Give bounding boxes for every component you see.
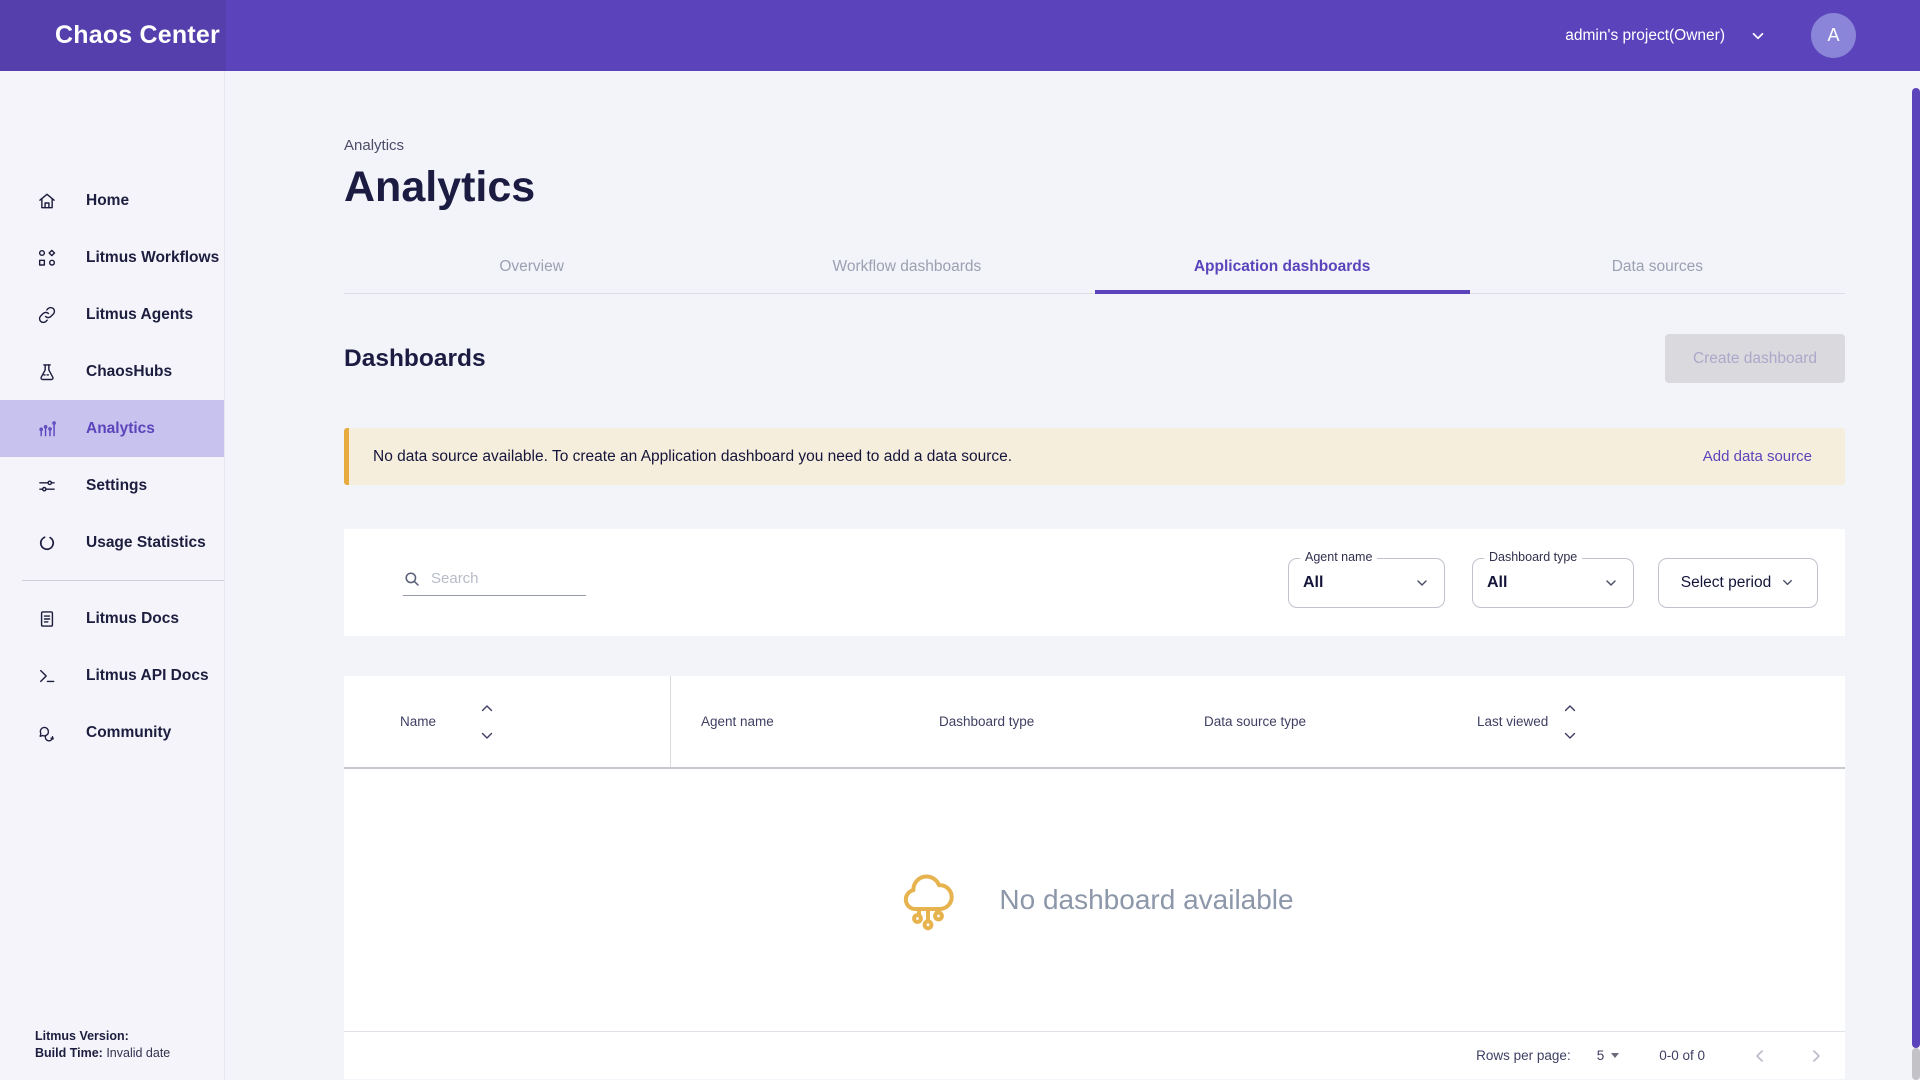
agent-name-select[interactable]: Agent name All xyxy=(1288,558,1445,608)
tab-workflow-dashboards[interactable]: Workflow dashboards xyxy=(719,245,1094,293)
tab-data-sources[interactable]: Data sources xyxy=(1470,245,1845,293)
link-icon xyxy=(37,305,57,325)
breadcrumb: Analytics xyxy=(344,137,1845,154)
avatar[interactable]: A xyxy=(1811,13,1856,58)
sort-asc-icon[interactable] xyxy=(1564,704,1576,712)
sort-control-last-viewed xyxy=(1564,704,1576,740)
filter-toolbar: Agent name All Dashboard type All Select… xyxy=(344,529,1845,636)
bar-chart-icon xyxy=(37,419,57,439)
sidebar-item-label: Settings xyxy=(86,477,147,495)
chevron-right-icon xyxy=(1806,1046,1826,1066)
sidebar-item-label: ChaosHubs xyxy=(86,363,172,381)
terminal-icon xyxy=(37,666,57,686)
empty-message: No dashboard available xyxy=(999,884,1293,916)
table-header-row: Name Agent name Dashboard type Data sour… xyxy=(344,676,1845,769)
document-icon xyxy=(37,609,57,629)
next-page-button[interactable] xyxy=(1803,1043,1829,1069)
sidebar-item-settings[interactable]: Settings xyxy=(0,457,224,514)
search-box xyxy=(403,570,586,596)
dashboard-type-select[interactable]: Dashboard type All xyxy=(1472,558,1634,608)
banner-message: No data source available. To create an A… xyxy=(373,448,1012,466)
dashboard-type-select-label: Dashboard type xyxy=(1484,550,1582,564)
usage-icon xyxy=(37,533,57,553)
sidebar-item-label: Litmus Workflows xyxy=(86,249,219,267)
sidebar-item-home[interactable]: Home xyxy=(0,172,224,229)
previous-page-button[interactable] xyxy=(1747,1043,1773,1069)
flask-icon xyxy=(37,362,57,382)
column-header-name: Name xyxy=(400,714,436,729)
sort-asc-icon[interactable] xyxy=(481,704,493,712)
pagination-bar: Rows per page: 5 0-0 of 0 xyxy=(344,1031,1845,1079)
sidebar-item-analytics[interactable]: Analytics xyxy=(0,400,224,457)
workflows-icon xyxy=(37,248,57,268)
sort-desc-icon[interactable] xyxy=(1564,732,1576,740)
chevron-down-icon xyxy=(1780,575,1795,590)
column-header-data-source-type: Data source type xyxy=(1204,714,1306,729)
build-time-label: Build Time: xyxy=(35,1046,103,1060)
sidebar-item-litmus-docs[interactable]: Litmus Docs xyxy=(0,590,224,647)
scrollbar-track[interactable] xyxy=(1912,1048,1920,1080)
sidebar-item-label: Analytics xyxy=(86,420,155,438)
build-time-value: Invalid date xyxy=(106,1046,170,1060)
dashboards-table: Name Agent name Dashboard type Data sour… xyxy=(344,676,1845,1079)
rows-per-page-select[interactable]: 5 xyxy=(1597,1048,1620,1063)
tab-application-dashboards[interactable]: Application dashboards xyxy=(1095,245,1470,293)
rows-per-page-value: 5 xyxy=(1597,1048,1605,1063)
project-selector[interactable]: admin's project(Owner) xyxy=(1565,27,1725,45)
litmus-version-label: Litmus Version: xyxy=(35,1029,129,1043)
pagination-range: 0-0 of 0 xyxy=(1659,1048,1705,1063)
sidebar-item-litmus-api-docs[interactable]: Litmus API Docs xyxy=(0,647,224,704)
sidebar-footer: Litmus Version: Build Time: Invalid date xyxy=(35,1028,170,1062)
home-icon xyxy=(37,191,57,211)
cloud-circuit-icon xyxy=(895,868,959,932)
chevron-down-icon xyxy=(1414,575,1430,591)
sidebar-item-label: Litmus API Docs xyxy=(86,667,209,685)
sidebar-item-label: Home xyxy=(86,192,129,210)
empty-state: No dashboard available xyxy=(344,769,1845,1031)
app-title: Chaos Center xyxy=(55,0,220,71)
chevron-down-icon[interactable] xyxy=(1749,27,1767,45)
sidebar-item-usage-statistics[interactable]: Usage Statistics xyxy=(0,514,224,571)
tab-overview[interactable]: Overview xyxy=(344,245,719,293)
search-icon xyxy=(403,570,421,588)
sidebar-divider xyxy=(22,580,224,581)
sidebar-item-label: Community xyxy=(86,724,171,742)
tab-bar: Overview Workflow dashboards Application… xyxy=(344,245,1845,294)
sidebar-item-label: Usage Statistics xyxy=(86,534,206,552)
sort-control-name xyxy=(481,704,493,740)
section-title: Dashboards xyxy=(344,345,486,373)
rows-per-page-label: Rows per page: xyxy=(1476,1048,1571,1063)
dashboard-type-select-value: All xyxy=(1487,574,1507,592)
no-data-source-banner: No data source available. To create an A… xyxy=(344,428,1845,485)
sidebar-item-litmus-workflows[interactable]: Litmus Workflows xyxy=(0,229,224,286)
search-input[interactable] xyxy=(431,570,571,587)
select-period-label: Select period xyxy=(1681,574,1771,592)
main-content: Analytics Analytics Overview Workflow da… xyxy=(225,71,1920,1080)
agent-name-select-value: All xyxy=(1303,574,1323,592)
sidebar-item-litmus-agents[interactable]: Litmus Agents xyxy=(0,286,224,343)
sidebar-item-label: Litmus Docs xyxy=(86,610,179,628)
sliders-icon xyxy=(37,476,57,496)
agent-name-select-label: Agent name xyxy=(1300,550,1377,564)
add-data-source-link[interactable]: Add data source xyxy=(1703,448,1812,465)
column-header-dashboard-type: Dashboard type xyxy=(939,714,1034,729)
chat-bubbles-icon xyxy=(37,723,57,743)
sidebar: Home Litmus Workflows Litmus Agents Chao… xyxy=(0,71,225,1080)
sidebar-item-chaoshubs[interactable]: ChaosHubs xyxy=(0,343,224,400)
caret-down-icon xyxy=(1611,1053,1619,1058)
chevron-down-icon xyxy=(1603,575,1619,591)
scrollbar-thumb[interactable] xyxy=(1912,88,1920,1048)
sidebar-item-community[interactable]: Community xyxy=(0,704,224,761)
create-dashboard-button[interactable]: Create dashboard xyxy=(1665,334,1845,383)
page-title: Analytics xyxy=(344,166,1845,209)
column-header-last-viewed: Last viewed xyxy=(1477,714,1548,729)
app-header: Chaos Center admin's project(Owner) A xyxy=(0,0,1920,71)
column-header-agent-name: Agent name xyxy=(701,714,774,729)
sort-desc-icon[interactable] xyxy=(481,732,493,740)
sidebar-item-label: Litmus Agents xyxy=(86,306,193,324)
select-period-button[interactable]: Select period xyxy=(1658,558,1818,608)
chevron-left-icon xyxy=(1750,1046,1770,1066)
